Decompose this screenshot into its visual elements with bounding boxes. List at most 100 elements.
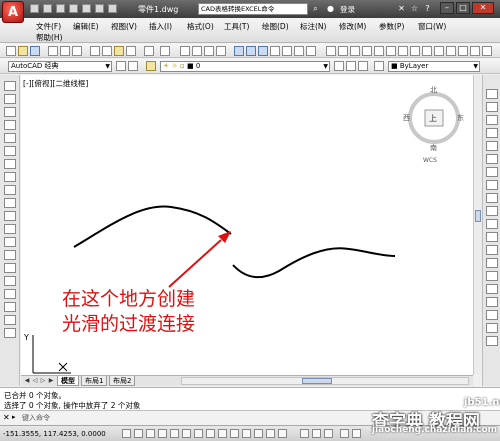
minimize-button[interactable]: –: [440, 2, 454, 14]
new-file-icon[interactable]: [30, 4, 39, 13]
lineweight-icon[interactable]: [242, 429, 251, 438]
search-input[interactable]: CAD表格转换EXCEL命令: [198, 3, 308, 15]
layer-properties-icon[interactable]: [146, 61, 156, 71]
explode-icon[interactable]: [486, 310, 498, 320]
exchange-icon[interactable]: ✕: [396, 3, 407, 14]
join-icon[interactable]: [486, 258, 498, 268]
zoom-status-icon[interactable]: [352, 429, 361, 438]
polygon-icon[interactable]: [4, 120, 16, 130]
polyline-icon[interactable]: [4, 107, 16, 117]
star-icon[interactable]: ☆: [409, 3, 420, 14]
binoculars-icon[interactable]: ⌕: [310, 3, 321, 14]
viewcube-south[interactable]: 南: [430, 143, 437, 153]
cut-icon[interactable]: [90, 46, 100, 56]
wrench-icon[interactable]: ✕: [3, 413, 10, 422]
selection-cycling-icon[interactable]: [278, 429, 287, 438]
vertical-scroll-thumb[interactable]: [475, 210, 481, 222]
next-tab-icon[interactable]: ▷: [39, 377, 47, 385]
revision-cloud-icon[interactable]: [4, 172, 16, 182]
tab-layout2[interactable]: 布局2: [109, 376, 136, 386]
layer-states-icon[interactable]: [358, 61, 368, 71]
construction-line-icon[interactable]: [4, 94, 16, 104]
array-icon[interactable]: [486, 141, 498, 151]
arc-length-icon[interactable]: [350, 46, 360, 56]
coordinate-readout[interactable]: -151.3555, 117.4253, 0.0000: [3, 430, 106, 438]
save-icon[interactable]: [56, 4, 65, 13]
wcs-menu[interactable]: WCS: [423, 157, 437, 164]
chamfer-icon[interactable]: [486, 271, 498, 281]
vertical-scrollbar[interactable]: [473, 75, 482, 375]
ortho-mode-icon[interactable]: [158, 429, 167, 438]
menu-tools[interactable]: 工具(T): [224, 21, 249, 32]
mirror-icon[interactable]: [486, 115, 498, 125]
line-icon[interactable]: [4, 81, 16, 91]
spline-icon[interactable]: [4, 185, 16, 195]
design-center-icon[interactable]: [246, 46, 256, 56]
save-icon[interactable]: [30, 46, 40, 56]
horizontal-scrollbar[interactable]: [181, 377, 469, 385]
center-mark-icon[interactable]: [458, 46, 468, 56]
print-icon[interactable]: [82, 4, 91, 13]
viewcube-east[interactable]: 东: [457, 113, 464, 123]
break-at-point-icon[interactable]: [486, 232, 498, 242]
quick-view-drawings-icon[interactable]: [324, 429, 333, 438]
table-icon[interactable]: [4, 302, 16, 312]
menu-draw[interactable]: 绘图(D): [262, 21, 289, 32]
make-current-layer-icon[interactable]: [334, 61, 344, 71]
copy-icon[interactable]: [102, 46, 112, 56]
plot-preview-icon[interactable]: [60, 46, 70, 56]
pan-icon[interactable]: [180, 46, 190, 56]
spline-curve-left[interactable]: [73, 205, 232, 248]
menu-file[interactable]: 文件(F): [36, 21, 61, 32]
continue-icon[interactable]: [434, 46, 444, 56]
dim-edit-icon[interactable]: [470, 46, 480, 56]
mtext-icon[interactable]: [4, 315, 16, 325]
gear-icon[interactable]: [128, 61, 138, 71]
snap-mode-icon[interactable]: [134, 429, 143, 438]
undo-icon[interactable]: [95, 4, 104, 13]
prev-tab-icon[interactable]: ◁: [31, 377, 39, 385]
region-icon[interactable]: [4, 289, 16, 299]
quick-properties-icon[interactable]: [266, 429, 275, 438]
layer-iso-icon[interactable]: [374, 61, 384, 71]
ordinate-icon[interactable]: [362, 46, 372, 56]
point-icon[interactable]: [4, 250, 16, 260]
tolerance-icon[interactable]: [446, 46, 456, 56]
break-icon[interactable]: [486, 245, 498, 255]
viewcube-north[interactable]: 北: [430, 85, 437, 95]
menu-view[interactable]: 视图(V): [111, 21, 137, 32]
login-link[interactable]: 登录: [340, 4, 355, 15]
menu-window[interactable]: 窗口(W): [418, 21, 446, 32]
grid-display-icon[interactable]: [146, 429, 155, 438]
otrack-icon[interactable]: [206, 429, 215, 438]
lengthen-icon[interactable]: [486, 323, 498, 333]
horizontal-scroll-thumb[interactable]: [302, 378, 332, 384]
menu-format[interactable]: 格式(O): [187, 21, 214, 32]
dim-style-icon[interactable]: [482, 46, 492, 56]
viewcube-west[interactable]: 西: [403, 113, 410, 123]
copy-object-icon[interactable]: [486, 102, 498, 112]
quick-dim-icon[interactable]: [410, 46, 420, 56]
last-tab-icon[interactable]: ▶: [47, 377, 55, 385]
undo-icon[interactable]: [144, 46, 154, 56]
properties-icon[interactable]: [234, 46, 244, 56]
redo-icon[interactable]: [160, 46, 170, 56]
menu-dimension[interactable]: 标注(N): [300, 21, 326, 32]
app-logo[interactable]: A: [2, 1, 24, 23]
arc-icon[interactable]: [4, 146, 16, 156]
first-tab-icon[interactable]: ◀: [23, 377, 31, 385]
menu-help[interactable]: 帮助(H): [36, 32, 63, 43]
spline-curve-right[interactable]: [232, 247, 396, 279]
extend-icon[interactable]: [486, 219, 498, 229]
zoom-window-icon[interactable]: [204, 46, 214, 56]
redo-icon[interactable]: [108, 4, 117, 13]
dynamic-input-icon[interactable]: [230, 429, 239, 438]
angular-icon[interactable]: [398, 46, 408, 56]
help-icon[interactable]: [306, 46, 316, 56]
gradient-icon[interactable]: [4, 276, 16, 286]
rectangle-icon[interactable]: [4, 133, 16, 143]
maximize-button[interactable]: □: [456, 2, 470, 14]
circle-icon[interactable]: [4, 159, 16, 169]
menu-insert[interactable]: 插入(I): [149, 21, 172, 32]
layer-select[interactable]: ☀ ☼ ▫ ■ 0 ▼: [160, 61, 330, 72]
